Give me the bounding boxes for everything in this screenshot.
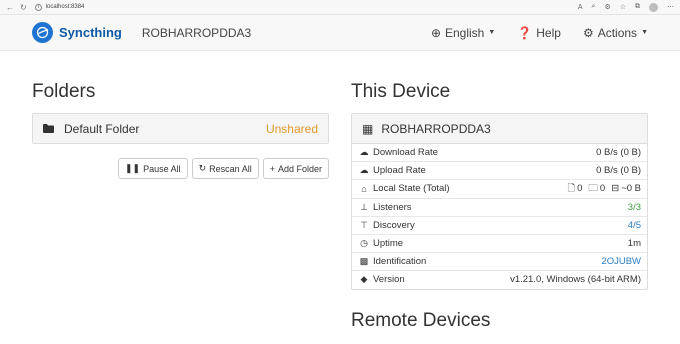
syncthing-logo-icon — [32, 22, 53, 43]
zoom-icon[interactable]: ⌕ — [592, 3, 596, 11]
upload-rate-value: 0 B/s (0 B) — [596, 165, 641, 177]
plus-icon: + — [269, 163, 275, 174]
local-state-label: Local State (Total) — [373, 183, 450, 195]
this-device-name: ROBHARROPDDA3 — [381, 121, 491, 136]
main-content: Folders Default Folder Unshared ❚❚ Pause… — [0, 51, 680, 342]
browser-toolbar: ← ↻ i localhost:8384 A ⌕ ⚙ ☆ ⧉ ⋯ — [0, 0, 680, 15]
discovery-label: Discovery — [373, 219, 415, 231]
version-label: Version — [373, 274, 405, 286]
listeners-row: ⊥ Listeners 3/3 — [352, 197, 647, 216]
home-icon: ⌂ — [361, 183, 367, 194]
device-column: This Device ▦ ROBHARROPDDA3 ☁ Download Ra… — [351, 51, 648, 342]
uptime-row: ◷ Uptime 1m — [352, 233, 647, 252]
caret-down-icon: ▼ — [488, 29, 496, 36]
cog-icon: ⚙ — [582, 25, 594, 40]
help-menu[interactable]: ❓ Help — [517, 26, 561, 40]
folder-panel[interactable]: Default Folder Unshared — [32, 113, 329, 144]
extensions-icon[interactable]: ⚙ — [604, 3, 610, 11]
this-device-heading[interactable]: ▦ ROBHARROPDDA3 — [352, 114, 647, 143]
globe-icon: ⊕ — [430, 25, 441, 40]
folder-heading[interactable]: Default Folder Unshared — [33, 114, 328, 143]
more-icon[interactable]: ⋯ — [667, 3, 674, 11]
address-bar[interactable]: i localhost:8384 — [34, 3, 578, 11]
version-value: v1.21.0, Windows (64-bit ARM) — [510, 274, 641, 286]
actions-label: Actions — [597, 25, 638, 40]
uptime-value: 1m — [627, 238, 641, 250]
download-rate-row: ☁ Download Rate 0 B/s (0 B) — [352, 143, 647, 161]
back-icon[interactable]: ← — [6, 3, 14, 12]
pause-icon: ❚❚ — [125, 163, 141, 173]
local-folders-count: 0 — [599, 183, 606, 195]
rescan-all-label: Rescan All — [209, 163, 252, 174]
collections-icon[interactable]: ⧉ — [635, 3, 640, 11]
profile-avatar[interactable] — [649, 2, 658, 12]
this-device-panel: ▦ ROBHARROPDDA3 ☁ Download Rate 0 B/s (0 … — [351, 113, 648, 290]
address-text: localhost:8384 — [45, 4, 85, 10]
browser-nav: ← ↻ — [6, 3, 27, 12]
navbar-menu: ⊕ English ▼ ❓ Help ⚙ Actions ▼ — [431, 26, 648, 40]
folder-name: Default Folder — [64, 121, 140, 136]
hdd-icon: ⊟ — [611, 183, 620, 195]
upload-rate-label: Upload Rate — [373, 165, 426, 177]
caret-down-icon: ▼ — [641, 29, 648, 36]
identification-value[interactable]: 2OJUBW — [601, 256, 641, 267]
identification-row: ▩ Identification 2OJUBW — [352, 252, 647, 270]
device-identicon-icon: ▦ — [362, 121, 374, 136]
folder-outline-icon: 🗀 — [588, 182, 598, 194]
local-state-value: 🗋 0 🗀 0 ⊟ ~0 B — [567, 181, 641, 197]
local-state-row: ⌂ Local State (Total) 🗋 0 🗀 0 ⊟ ~0 B — [352, 179, 647, 197]
qrcode-icon: ▩ — [359, 256, 369, 267]
read-aloud-icon[interactable]: A — [578, 4, 583, 11]
rescan-all-button[interactable]: ↻ Rescan All — [191, 158, 259, 179]
folder-status: Unshared — [265, 121, 318, 136]
clock-icon: ◷ — [360, 238, 368, 249]
uptime-label: Uptime — [373, 238, 404, 250]
folder-icon — [43, 122, 54, 136]
favorite-icon[interactable]: ☆ — [620, 3, 626, 11]
brand[interactable]: Syncthing — [32, 22, 122, 43]
tag-icon: ◆ — [360, 274, 368, 285]
folders-title: Folders — [32, 81, 96, 102]
language-menu[interactable]: ⊕ English ▼ — [431, 26, 495, 40]
upload-rate-row: ☁ Upload Rate 0 B/s (0 B) — [352, 161, 647, 179]
reload-icon[interactable]: ↻ — [20, 3, 27, 12]
identification-label: Identification — [373, 256, 427, 268]
question-icon: ❓ — [517, 25, 533, 40]
remote-devices-title: Remote Devices — [351, 309, 491, 331]
discovery-value[interactable]: 4/5 — [628, 220, 641, 231]
device-stats: ☁ Download Rate 0 B/s (0 B) ☁ Upload Rate … — [352, 143, 647, 289]
this-device-title: This Device — [351, 81, 451, 102]
navbar-device-name: ROBHARROPDDA3 — [141, 25, 252, 40]
app-navbar: Syncthing ROBHARROPDDA3 ⊕ English ▼ ❓ He… — [0, 15, 680, 51]
help-label: Help — [536, 25, 561, 40]
brand-name: Syncthing — [59, 25, 122, 40]
local-size: ~0 B — [621, 183, 641, 195]
pause-all-label: Pause All — [143, 163, 181, 174]
info-icon[interactable]: i — [34, 3, 42, 11]
discovery-row: ⊤ Discovery 4/5 — [352, 215, 647, 234]
local-files-count: 0 — [577, 183, 583, 195]
add-folder-label: Add Folder — [277, 163, 322, 174]
add-folder-button[interactable]: + Add Folder — [262, 158, 329, 179]
pause-all-button[interactable]: ❚❚ Pause All — [118, 158, 188, 179]
version-row: ◆ Version v1.21.0, Windows (64-bit ARM) — [352, 270, 647, 288]
download-rate-value: 0 B/s (0 B) — [596, 147, 641, 159]
file-icon: 🗋 — [567, 182, 576, 194]
cloud-download-icon: ☁ — [359, 147, 369, 158]
folder-actions: ❚❚ Pause All ↻ Rescan All + Add Folder — [32, 158, 329, 179]
listeners-value[interactable]: 3/3 — [628, 202, 641, 213]
sitemap-icon: ⊥ — [360, 201, 368, 212]
signpost-icon: ⊤ — [360, 219, 368, 230]
listeners-label: Listeners — [373, 201, 412, 213]
cloud-upload-icon: ☁ — [359, 165, 369, 176]
folders-column: Folders Default Folder Unshared ❚❚ Pause… — [32, 51, 329, 342]
browser-tools: A ⌕ ⚙ ☆ ⧉ ⋯ — [578, 2, 674, 12]
actions-menu[interactable]: ⚙ Actions ▼ — [583, 26, 648, 40]
download-rate-label: Download Rate — [373, 147, 438, 159]
refresh-icon: ↻ — [198, 163, 207, 173]
language-label: English — [445, 25, 485, 40]
